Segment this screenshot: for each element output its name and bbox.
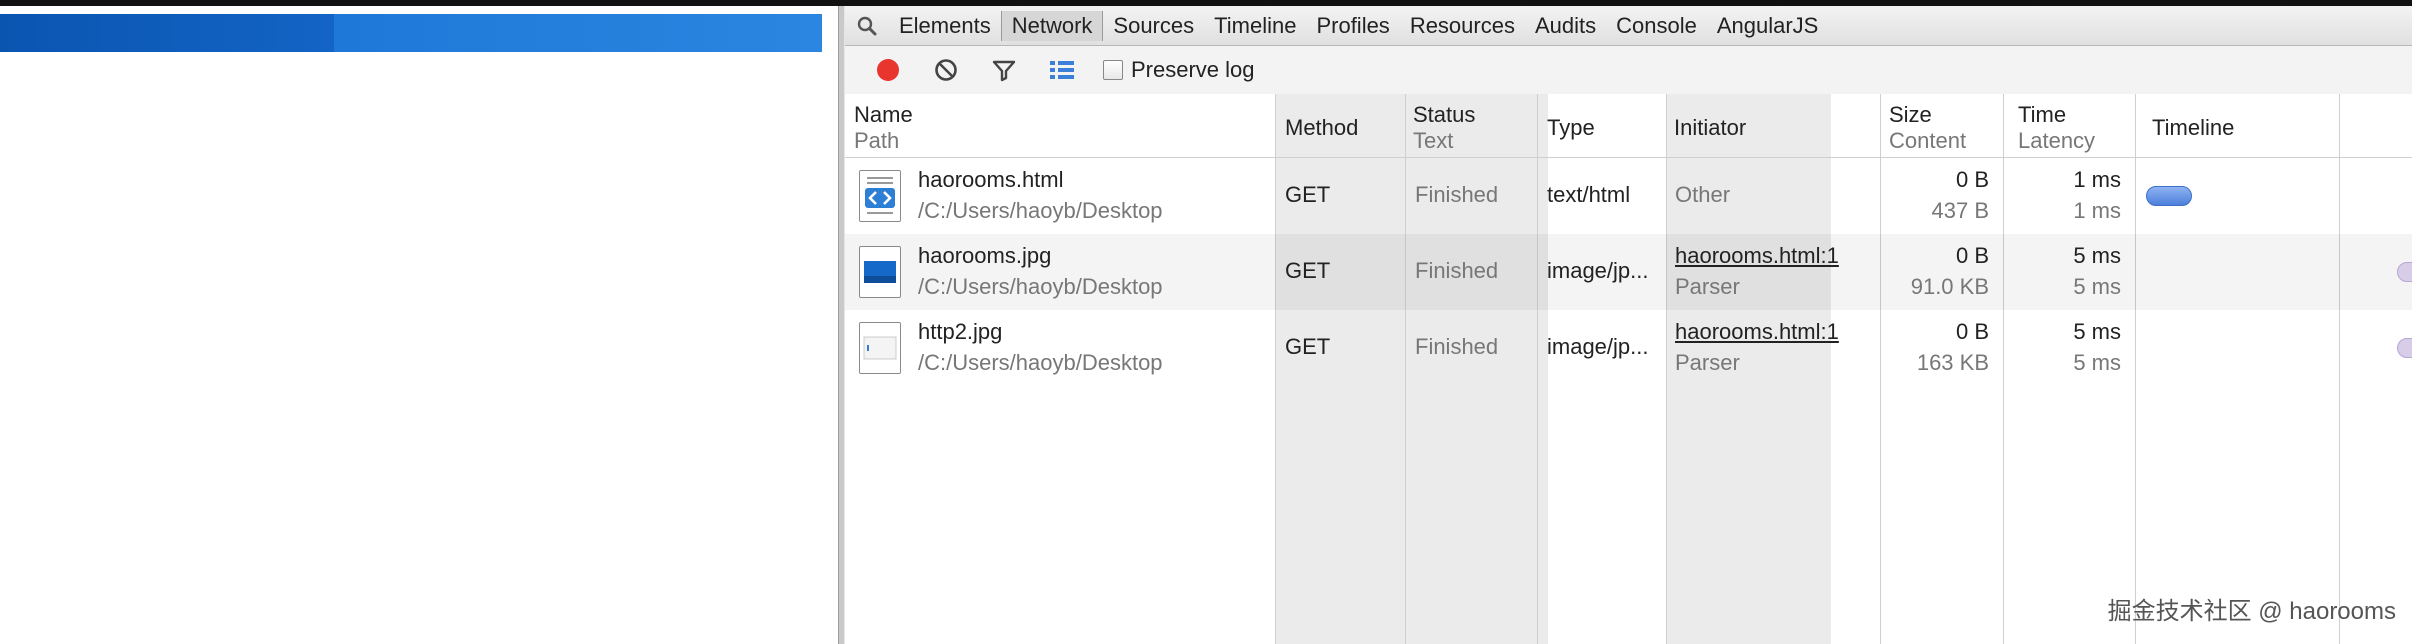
tab-timeline[interactable]: Timeline — [1204, 11, 1306, 41]
table-row[interactable]: haorooms.html /C:/Users/haoyb/Desktop GE… — [845, 158, 2412, 234]
banner-right-segment — [334, 14, 822, 52]
row-initiator-type: Parser — [1675, 274, 1740, 299]
row-time: 1 ms — [2073, 167, 2121, 192]
row-type: image/jp... — [1547, 258, 1649, 283]
row-content: 163 KB — [1916, 350, 1989, 375]
header-content-label: Content — [1889, 128, 1967, 153]
row-name: haorooms.html — [918, 167, 1064, 192]
row-method: GET — [1285, 334, 1331, 359]
table-row[interactable]: haorooms.jpg /C:/Users/haoyb/Desktop GET… — [845, 234, 2412, 310]
tab-profiles[interactable]: Profiles — [1306, 11, 1399, 41]
header-method[interactable]: Method — [1285, 115, 1358, 141]
row-latency: 1 ms — [2073, 198, 2121, 223]
preserve-log-checkbox[interactable] — [1103, 60, 1123, 80]
table-row[interactable]: http2.jpg /C:/Users/haoyb/Desktop GET Fi… — [845, 310, 2412, 386]
header-size-label: Size — [1889, 102, 1932, 127]
panel-splitter[interactable] — [838, 6, 845, 644]
header-time-label: Time — [2018, 102, 2067, 127]
row-name: http2.jpg — [918, 319, 1003, 344]
grid-header: Name Path Method Status Text Type Initia… — [845, 94, 2412, 158]
row-content: 91.0 KB — [1910, 274, 1989, 299]
image-file-icon — [859, 246, 901, 298]
row-type: image/jp... — [1547, 334, 1649, 359]
timeline-bar[interactable] — [2146, 186, 2192, 206]
row-path: /C:/Users/haoyb/Desktop — [918, 350, 1163, 375]
row-content: 437 B — [1931, 198, 1990, 223]
row-latency: 5 ms — [2073, 350, 2121, 375]
header-size[interactable]: Size Content — [1889, 102, 1966, 154]
search-button[interactable] — [845, 6, 889, 46]
preserve-log-label: Preserve log — [1131, 57, 1255, 82]
row-time: 5 ms — [2073, 319, 2121, 344]
row-initiator-link[interactable]: haorooms.html:1 — [1675, 241, 1839, 271]
page-header-banner — [0, 14, 822, 52]
row-status: Finished — [1415, 334, 1499, 359]
header-initiator[interactable]: Initiator — [1674, 115, 1746, 141]
row-path: /C:/Users/haoyb/Desktop — [918, 198, 1163, 223]
watermark: 掘金技术社区 @ haorooms — [2107, 598, 2396, 625]
clear-button[interactable] — [917, 50, 975, 90]
devtools-tab-bar: Elements Network Sources Timeline Profil… — [845, 6, 2412, 46]
row-method: GET — [1285, 182, 1331, 207]
header-status[interactable]: Status Text — [1413, 102, 1475, 154]
tab-elements[interactable]: Elements — [889, 11, 1001, 41]
row-initiator: Other — [1675, 182, 1731, 207]
tab-network[interactable]: Network — [1000, 10, 1104, 41]
record-button[interactable] — [859, 50, 917, 90]
header-type[interactable]: Type — [1547, 115, 1595, 141]
row-latency: 5 ms — [2073, 274, 2121, 299]
header-time[interactable]: Time Latency — [2018, 102, 2095, 154]
timeline-bar[interactable] — [2397, 262, 2412, 282]
row-size: 0 B — [1955, 319, 1989, 344]
clear-icon — [935, 59, 957, 81]
page-viewport — [0, 6, 838, 644]
tab-sources[interactable]: Sources — [1103, 11, 1204, 41]
network-toolbar: Preserve log — [845, 46, 2412, 94]
large-rows-button[interactable] — [1033, 50, 1091, 90]
row-initiator-type: Parser — [1675, 350, 1740, 375]
header-name-label: Name — [854, 102, 913, 127]
row-type: text/html — [1547, 182, 1631, 207]
header-text-label: Text — [1413, 128, 1454, 153]
timeline-bar[interactable] — [2397, 338, 2412, 358]
tab-angularjs[interactable]: AngularJS — [1707, 11, 1829, 41]
row-initiator-link[interactable]: haorooms.html:1 — [1675, 317, 1839, 347]
header-path-label: Path — [854, 128, 900, 153]
record-icon — [877, 59, 899, 81]
row-method: GET — [1285, 258, 1331, 283]
tab-audits[interactable]: Audits — [1525, 11, 1606, 41]
row-path: /C:/Users/haoyb/Desktop — [918, 274, 1163, 299]
filter-icon — [992, 60, 1016, 82]
row-size: 0 B — [1955, 243, 1989, 268]
search-icon — [857, 16, 877, 35]
row-status: Finished — [1415, 182, 1499, 207]
list-view-icon — [1050, 61, 1074, 79]
header-status-label: Status — [1413, 102, 1476, 127]
header-name[interactable]: Name Path — [854, 102, 913, 154]
tab-resources[interactable]: Resources — [1400, 11, 1525, 41]
row-time: 5 ms — [2073, 243, 2121, 268]
header-timeline[interactable]: Timeline — [2152, 115, 2234, 141]
header-latency-label: Latency — [2018, 128, 2096, 153]
row-status: Finished — [1415, 258, 1499, 283]
banner-left-segment — [0, 14, 334, 52]
row-size: 0 B — [1955, 167, 1989, 192]
html-file-icon — [859, 170, 901, 222]
devtools-panel: Elements Network Sources Timeline Profil… — [845, 6, 2412, 644]
network-grid: Name Path Method Status Text Type Initia… — [845, 94, 2412, 644]
row-name: haorooms.jpg — [918, 243, 1052, 268]
filter-button[interactable] — [975, 50, 1033, 90]
blank-image-file-icon — [859, 322, 901, 374]
tab-console[interactable]: Console — [1606, 11, 1707, 41]
